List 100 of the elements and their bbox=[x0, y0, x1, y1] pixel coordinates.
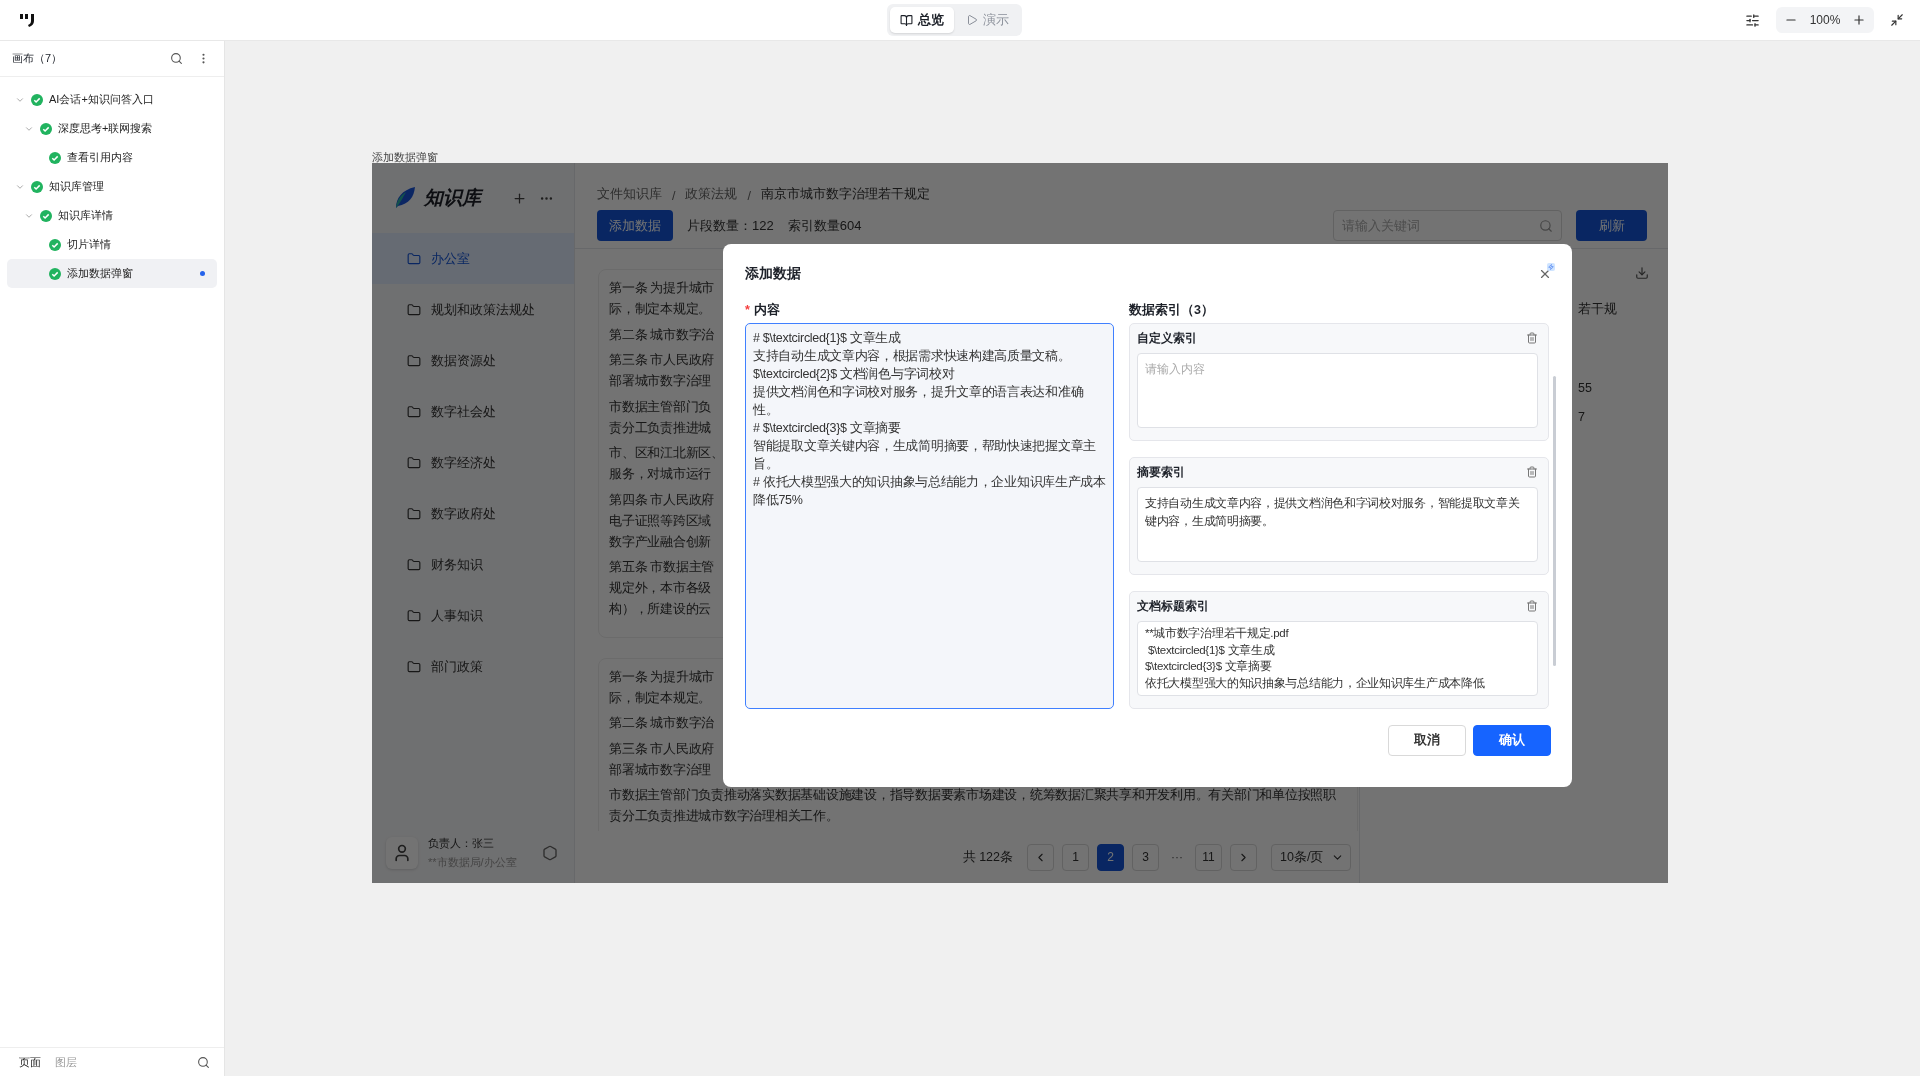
index-textarea[interactable]: **城市数字治理若干规定.pdf $\textcircled{1}$ 文章生成 $\textcircled{3}$ 文章摘要 依托大模型强大的知识抽象与总结能力，企业知识库生产成本降低 bbox=[1137, 621, 1538, 696]
paragraph: 第二条 城市数字治 bbox=[609, 326, 715, 344]
frame-label: 添加数据弹窗 bbox=[372, 152, 439, 163]
add-data-button[interactable]: 添加数据 bbox=[597, 210, 673, 241]
collapse-icon[interactable] bbox=[1888, 11, 1906, 29]
panel-tab[interactable]: 页面 bbox=[19, 1054, 41, 1070]
content-textarea[interactable]: # $\textcircled{1}$ 文章生成 支持自动生成文章内容，根据需求快速构建高质量文稿。 $\textcircled{2}$ 文档润色与字词校对 提供文档润色和字词校对服务，提升文章的语言表达和准确性。 # $\textcircled{3}$ 文章摘要 智能提取文章关键内容，生成简明摘要，帮助快速把握文章主旨。 # 依托大模型强大的知识抽象与总结能力，企业知识库生产成本降低75% bbox=[745, 323, 1114, 709]
nav-item[interactable]: 规划和政策法规处 bbox=[372, 284, 574, 335]
leaf-logo-icon bbox=[394, 186, 416, 210]
index-section-title: 数据索引（3） bbox=[1129, 302, 1215, 319]
close-icon bbox=[1538, 267, 1552, 281]
text-line: **城市数字治理若干规定.pdf bbox=[1145, 626, 1289, 641]
breadcrumb-link[interactable]: 文件知识库 bbox=[597, 186, 662, 203]
text-line: $\textcircled{1}$ 文章生成 bbox=[1146, 642, 1275, 658]
trash-icon bbox=[1526, 332, 1538, 344]
confirm-button[interactable]: 确认 bbox=[1473, 725, 1551, 756]
trash-icon bbox=[1526, 600, 1538, 612]
scrollbar[interactable] bbox=[1553, 376, 1556, 666]
play-icon bbox=[966, 14, 978, 26]
check-circle-icon bbox=[31, 180, 43, 193]
avatar-icon bbox=[386, 837, 418, 869]
panel-title: 画布（7） bbox=[12, 51, 64, 66]
breadcrumb-link[interactable]: 南京市城市数字治理若干规定 bbox=[760, 186, 930, 203]
book-icon bbox=[900, 13, 913, 27]
index-title: 摘要索引 bbox=[1137, 463, 1185, 481]
page-size-select[interactable]: 10条/页 bbox=[1271, 843, 1351, 871]
index-count: 索引数量604 bbox=[787, 216, 862, 235]
text-line: 支持自动生成文章内容，提供文档润色和字词校对服务，智能提取文章关键内容，生成简明摘要。 bbox=[1145, 495, 1521, 530]
paragraph: 第四条 市人民政府 电子证照等跨区域 数字产业融合创新 bbox=[609, 491, 715, 551]
folder-icon bbox=[407, 506, 421, 521]
text-line: # $\textcircled{3}$ 文章摘要 bbox=[753, 420, 901, 437]
logo-icon[interactable] bbox=[20, 13, 37, 27]
nav-item[interactable]: 数字社会处 bbox=[372, 386, 574, 437]
status-dot bbox=[200, 271, 205, 276]
text-line: $\textcircled{2}$ 文档润色与字词校对 bbox=[753, 366, 955, 383]
view-tab[interactable]: 总览 bbox=[890, 7, 954, 33]
page-button[interactable]: 2 bbox=[1097, 843, 1124, 871]
text-line: 提供文档润色和字词校对服务，提升文章的语言表达和准确性。 bbox=[753, 384, 1085, 419]
tree-item[interactable]: 添加数据弹窗 bbox=[7, 259, 217, 288]
folder-icon bbox=[407, 251, 421, 266]
index-textarea[interactable]: 支持自动生成文章内容，提供文档润色和字词校对服务，智能提取文章关键内容，生成简明摘要。 bbox=[1137, 487, 1538, 562]
view-tab[interactable]: 演示 bbox=[956, 7, 1019, 33]
breadcrumb-link[interactable]: 政策法规 bbox=[685, 186, 738, 203]
tree-item[interactable]: 知识库详情 bbox=[7, 201, 217, 230]
text-line: # $\textcircled{1}$ 文章生成 bbox=[753, 330, 901, 347]
paragraph: 第三条 市人民政府 部署城市数字治理 bbox=[609, 352, 715, 390]
folder-icon bbox=[407, 353, 421, 368]
index-title: 自定义索引 bbox=[1137, 329, 1197, 347]
nav-item[interactable]: 部门政策 bbox=[372, 641, 574, 692]
folder-icon bbox=[407, 659, 421, 674]
breadcrumb-separator: / bbox=[747, 189, 751, 203]
page-button[interactable]: 11 bbox=[1195, 843, 1222, 871]
tree-item[interactable]: 深度思考+联网搜索 bbox=[7, 114, 217, 143]
tree-item[interactable]: 知识库管理 bbox=[7, 172, 217, 201]
delete-button[interactable] bbox=[1526, 600, 1538, 612]
page-button[interactable]: 3 bbox=[1132, 843, 1159, 871]
nav-item[interactable]: 人事知识 bbox=[372, 590, 574, 641]
page-button[interactable]: 1 bbox=[1062, 843, 1089, 871]
cancel-button[interactable]: 取消 bbox=[1388, 725, 1466, 756]
index-title: 文档标题索引 bbox=[1137, 597, 1209, 615]
delete-button[interactable] bbox=[1526, 466, 1538, 478]
check-circle-icon bbox=[40, 209, 52, 222]
paragraph: 市数据主管部门负责推动落实数据基础设施建设，指导数据要素市场建设，统筹数据汇聚共享和开发利用。有关部门和单位按照职 责分工负责推进城市数字治理相关工作。 bbox=[609, 787, 1336, 825]
nav-item[interactable]: 数字政府处 bbox=[372, 488, 574, 539]
folder-icon bbox=[407, 557, 421, 572]
text-line: 支持自动生成文章内容，根据需求快速构建高质量文稿。 bbox=[753, 348, 1071, 365]
paragraph: 第五条 市数据主管 规定外，本市各级 构），所建设的云 bbox=[609, 559, 715, 618]
check-circle-icon bbox=[49, 267, 61, 280]
nav-item[interactable]: 财务知识 bbox=[372, 539, 574, 590]
index-textarea[interactable]: 请输入内容 bbox=[1137, 353, 1538, 428]
side-text: 若干规 bbox=[1578, 301, 1617, 318]
paragraph: 市数据主管部门负 责分工负责推进城 bbox=[609, 398, 711, 437]
text-line: $\textcircled{3}$ 文章摘要 bbox=[1145, 659, 1272, 674]
check-circle-icon bbox=[40, 122, 52, 135]
text-line: 智能提取文章关键内容，生成简明摘要，帮助快速把握文章主旨。 bbox=[753, 438, 1097, 473]
tree-item[interactable]: 查看引用内容 bbox=[7, 143, 217, 172]
panel-tab[interactable]: 图层 bbox=[55, 1054, 77, 1070]
zoom-level: 100% bbox=[1808, 13, 1842, 27]
refresh-button[interactable]: 刷新 bbox=[1576, 210, 1647, 241]
breadcrumb-separator: / bbox=[672, 189, 676, 203]
side-text: 7 bbox=[1578, 409, 1585, 426]
search-icon[interactable] bbox=[168, 50, 185, 67]
folder-icon bbox=[407, 608, 421, 623]
paragraph: 第二条 城市数字治 bbox=[609, 715, 715, 732]
lightning-badge-icon bbox=[1547, 263, 1555, 271]
nav-item[interactable]: 办公室 bbox=[372, 233, 574, 284]
plus-icon bbox=[1852, 13, 1866, 27]
tree-item[interactable]: AI会话+知识问答入口 bbox=[7, 85, 217, 114]
nav-item[interactable]: 数字经济处 bbox=[372, 437, 574, 488]
total-count: 共 122条 bbox=[962, 848, 1013, 866]
brand-title: 知识库 bbox=[424, 185, 502, 211]
nav-item[interactable]: 数据资源处 bbox=[372, 335, 574, 386]
required-mark: * bbox=[745, 303, 750, 317]
check-circle-icon bbox=[49, 151, 61, 164]
delete-button[interactable] bbox=[1526, 332, 1538, 344]
folder-icon bbox=[407, 455, 421, 470]
settings-icon[interactable] bbox=[540, 843, 560, 863]
text-line: 依托大模型强大的知识抽象与总结能力，企业知识库生产成本降低 bbox=[1145, 675, 1485, 691]
side-text: 55 bbox=[1578, 380, 1592, 397]
tree-item[interactable]: 切片详情 bbox=[7, 230, 217, 259]
